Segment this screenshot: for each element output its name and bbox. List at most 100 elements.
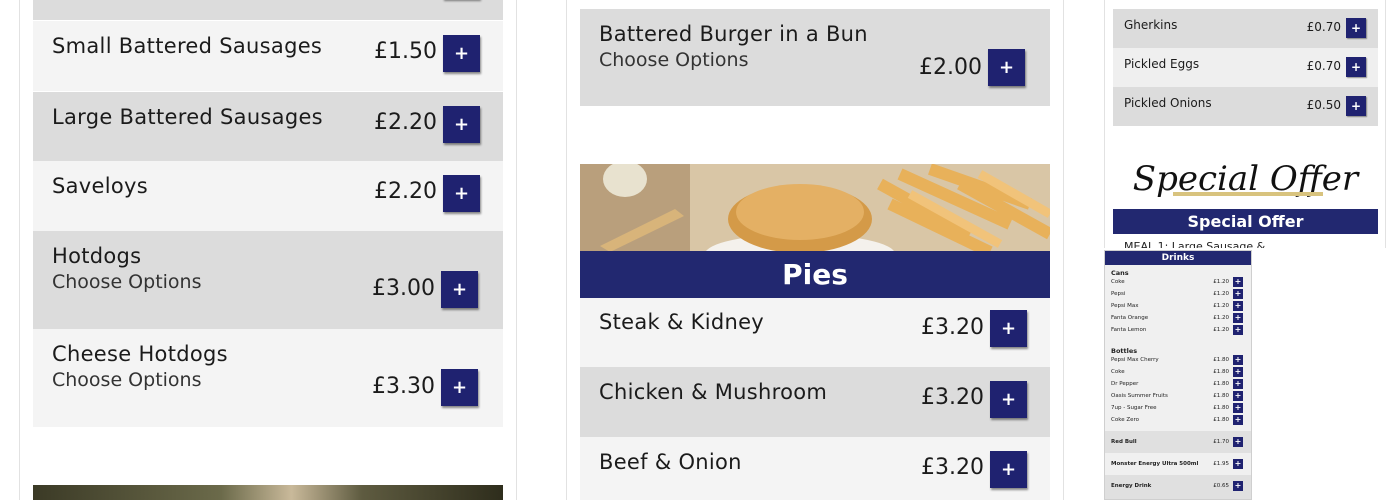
item-name: Beef & Onion: [599, 450, 742, 474]
item-name: Saveloys: [52, 174, 148, 198]
add-button[interactable]: +: [990, 381, 1027, 418]
menu-column-sausages: Small Battered Sausages £1.50 + Large Ba…: [19, 0, 517, 500]
plus-icon: +: [1350, 60, 1362, 74]
add-button[interactable]: +: [443, 35, 480, 72]
menu-column-sides: Gherkins £0.70 + Pickled Eggs £0.70 + Pi…: [1104, 0, 1386, 248]
category-image: [33, 485, 503, 500]
add-button[interactable]: +: [1233, 277, 1243, 287]
add-button[interactable]: +: [1233, 379, 1243, 389]
add-button[interactable]: +: [1346, 57, 1366, 77]
side-item: Gherkins £0.70 +: [1113, 9, 1378, 48]
add-button[interactable]: +: [1233, 289, 1243, 299]
add-button[interactable]: +: [1233, 437, 1243, 447]
menu-item: Saveloys £2.20 +: [33, 161, 503, 231]
drink-name: Fanta Lemon: [1111, 327, 1147, 333]
drink-item: Fanta Orange £1.20 +: [1111, 313, 1247, 324]
add-button[interactable]: +: [1233, 481, 1243, 491]
item-price: £3.30: [372, 374, 435, 399]
add-button[interactable]: +: [1233, 391, 1243, 401]
plus-icon: +: [1000, 388, 1017, 410]
menu-item: Small Battered Sausages £1.50 +: [33, 21, 503, 91]
add-button[interactable]: +: [443, 106, 480, 143]
plus-icon: +: [453, 42, 470, 64]
add-button[interactable]: +: [1233, 459, 1243, 469]
drink-price: £1.70: [1213, 439, 1229, 445]
drink-name: Red Bull: [1111, 439, 1137, 445]
item-price: £2.20: [374, 110, 437, 135]
plus-icon: +: [453, 113, 470, 135]
menu-item: Hotdogs Choose Options £3.00 +: [33, 231, 503, 329]
add-button[interactable]: +: [1233, 403, 1243, 413]
special-offer-banner: Special Offer: [1113, 150, 1378, 208]
offer-text: MEAL 1: Large Sausage &: [1124, 240, 1266, 248]
add-button[interactable]: +: [443, 175, 480, 212]
add-button[interactable]: +: [1233, 367, 1243, 377]
special-offer-script: Special Offer: [1132, 159, 1359, 199]
drink-name: Pepsi Max Cherry: [1111, 357, 1159, 363]
drink-price: £1.80: [1213, 357, 1229, 363]
item-price: £3.20: [921, 385, 984, 410]
item-options[interactable]: Choose Options: [599, 49, 749, 71]
drink-item: 7up - Sugar Free £1.80 +: [1111, 403, 1247, 414]
add-button[interactable]: +: [1233, 355, 1243, 365]
item-price: £0.70: [1306, 20, 1341, 34]
drink-price: £0.65: [1213, 483, 1229, 489]
plus-icon: +: [1000, 317, 1017, 339]
item-name: Small Battered Sausages: [52, 34, 323, 58]
drink-name: Monster Energy Ultra 500ml: [1111, 461, 1199, 467]
plus-icon: +: [451, 278, 468, 300]
drink-price: £1.20: [1213, 303, 1229, 309]
item-options[interactable]: Choose Options: [52, 271, 202, 293]
drink-item: Pepsi Max Cherry £1.80 +: [1111, 355, 1247, 366]
bottles-label: Bottles: [1111, 347, 1138, 355]
drink-price: £1.20: [1213, 327, 1229, 333]
plus-icon: +: [1350, 99, 1362, 113]
drink-price: £1.20: [1213, 279, 1229, 285]
drink-item: Fanta Lemon £1.20 +: [1111, 325, 1247, 336]
drinks-panel: Drinks Cans Coke £1.20 + Pepsi £1.20 + Pepsi…: [1104, 250, 1252, 500]
item-options[interactable]: Choose Options: [52, 369, 202, 391]
drink-item: Dr Pepper £1.80 +: [1111, 379, 1247, 390]
menu-item: Beef & Onion £3.20 +: [580, 437, 1050, 500]
add-button[interactable]: +: [441, 271, 478, 308]
drink-name: Oasis Summer Fruits: [1111, 393, 1168, 399]
add-button[interactable]: +: [441, 369, 478, 406]
menu-column-pies: Battered Burger in a Bun Choose Options …: [566, 0, 1064, 500]
item-price: £2.00: [919, 55, 982, 80]
add-button[interactable]: +: [1233, 325, 1243, 335]
item-name: Steak & Kidney: [599, 310, 765, 334]
item-name: Gherkins: [1124, 18, 1178, 32]
add-button[interactable]: +: [1233, 415, 1243, 425]
item-name: Chicken & Mushroom: [599, 380, 828, 404]
menu-item: Cheese Hotdogs Choose Options £3.30 +: [33, 329, 503, 427]
drinks-title: Drinks: [1105, 251, 1251, 265]
item-price: £0.70: [1306, 59, 1341, 73]
item-price: £3.20: [921, 455, 984, 480]
drink-price: £1.80: [1213, 369, 1229, 375]
item-name: Hotdogs: [52, 244, 142, 268]
drink-item: Monster Energy Ultra 500ml £1.95 +: [1111, 459, 1247, 470]
menu-row-partial: [33, 0, 503, 20]
drink-price: £1.20: [1213, 291, 1229, 297]
pies-category-image: [580, 164, 1050, 252]
drink-item: Pepsi Max £1.20 +: [1111, 301, 1247, 312]
add-button[interactable]: +: [1346, 18, 1366, 38]
add-button[interactable]: +: [1346, 96, 1366, 116]
add-button[interactable]: +: [990, 451, 1027, 488]
add-button[interactable]: +: [988, 49, 1025, 86]
special-offer-header: Special Offer: [1113, 209, 1378, 234]
drink-price: £1.80: [1213, 405, 1229, 411]
drink-name: Dr Pepper: [1111, 381, 1139, 387]
item-price: £2.20: [374, 179, 437, 204]
drink-item: Red Bull £1.70 +: [1111, 437, 1247, 448]
add-button[interactable]: +: [1233, 301, 1243, 311]
drink-price: £1.80: [1213, 417, 1229, 423]
drink-price: £1.80: [1213, 393, 1229, 399]
add-button[interactable]: +: [990, 310, 1027, 347]
drink-name: Coke: [1111, 369, 1125, 375]
item-name: Cheese Hotdogs: [52, 342, 228, 366]
menu-item: Battered Burger in a Bun Choose Options …: [580, 9, 1050, 106]
drink-name: Pepsi Max: [1111, 303, 1139, 309]
add-button[interactable]: +: [1233, 313, 1243, 323]
item-price: £3.00: [372, 276, 435, 301]
